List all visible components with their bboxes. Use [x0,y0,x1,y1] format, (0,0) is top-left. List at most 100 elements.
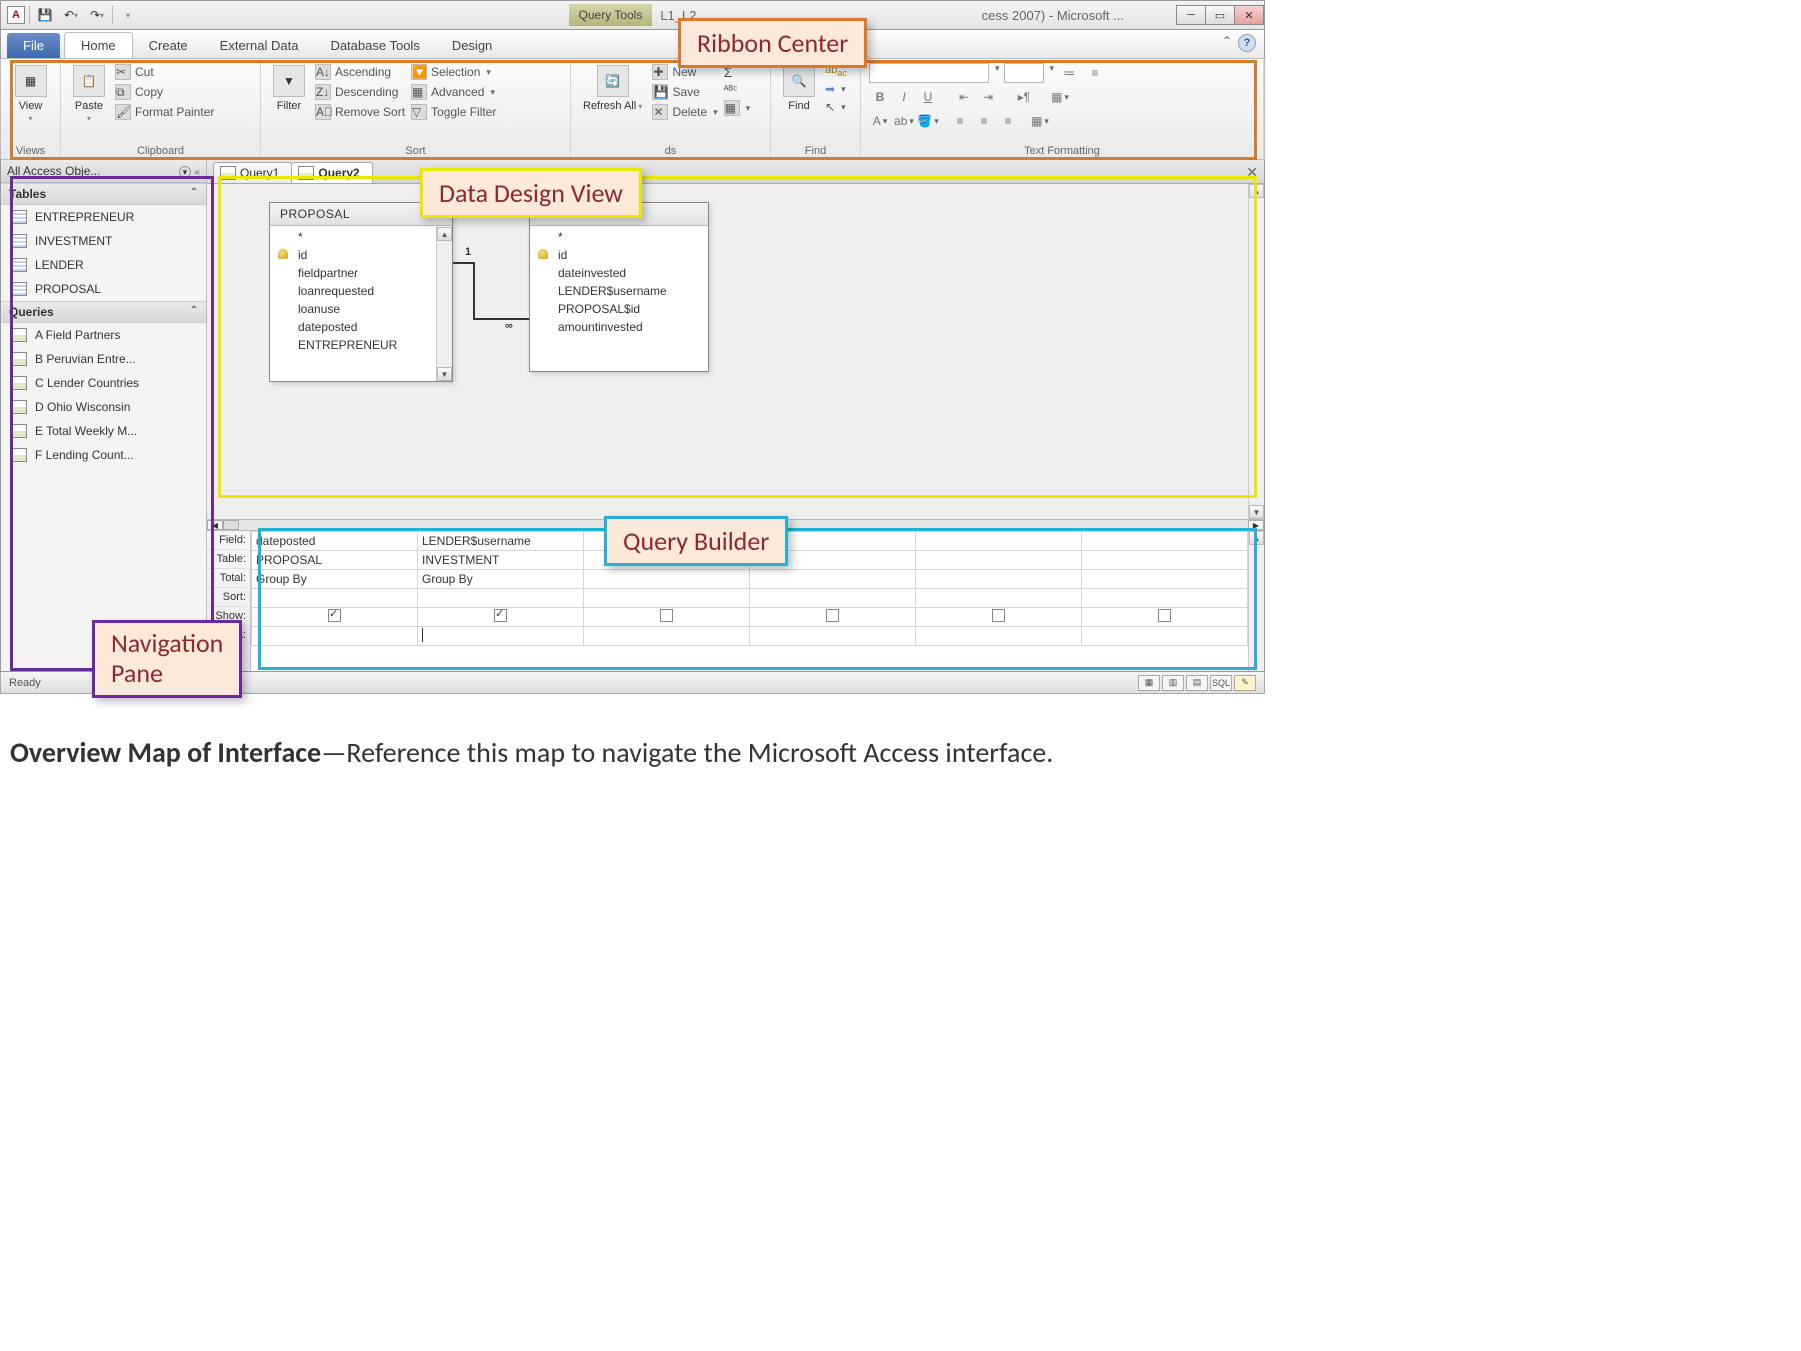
nav-table-entrepreneur[interactable]: ENTREPRENEUR [1,205,206,229]
redo-icon[interactable]: ↷▾ [86,4,108,26]
selection-icon: 🔽 [411,64,427,80]
doctab-query2[interactable]: Query2 [291,162,372,183]
nav-category-tables[interactable]: Tables⌃ [1,183,206,205]
remove-sort-button[interactable]: A⃠Remove Sort [315,103,405,121]
diagram-scroll-down-icon[interactable]: ▼ [1249,505,1264,519]
table-proposal-box[interactable]: PROPOSAL * id fieldpartner loanrequested… [269,202,453,382]
nav-query-1[interactable]: B Peruvian Entre... [1,347,206,371]
group-records-label: ds [579,143,762,159]
qat-customize-icon[interactable]: ▾ [117,4,139,26]
view-design-icon[interactable]: ✎ [1234,675,1256,691]
view-pivotchart-icon[interactable]: ▤ [1186,675,1208,691]
descending-button[interactable]: Z↓Descending [315,83,405,101]
bullets-icon[interactable]: ≔ [1058,63,1080,83]
scroll-down-icon[interactable]: ▼ [437,367,452,381]
underline-icon[interactable]: U [917,87,939,107]
view-pivot-icon[interactable]: ▥ [1162,675,1184,691]
table-investment-box[interactable]: INVESTMENT * id dateinvested LENDER$user… [529,202,709,372]
show-checkbox[interactable] [660,609,673,622]
align-right-icon[interactable]: ≡ [997,111,1019,131]
doc-title-right: cess 2007) - Microsoft ... [982,8,1124,23]
format-painter-button[interactable]: 🖌Format Painter [115,103,214,121]
find-button[interactable]: 🔍 Find [779,63,819,114]
select-button[interactable]: ↖▾ [825,99,847,115]
italic-icon[interactable]: I [893,87,915,107]
nav-query-4[interactable]: E Total Weekly M... [1,419,206,443]
scroll-up-icon[interactable]: ▲ [437,227,452,241]
grid-scroll-up-icon[interactable]: ▲ [1249,531,1264,545]
design-diagram[interactable]: PROPOSAL * id fieldpartner loanrequested… [207,184,1264,519]
tab-home[interactable]: Home [64,32,133,58]
help-icon[interactable]: ? [1238,34,1256,52]
show-checkbox[interactable] [1158,609,1171,622]
font-color-icon[interactable]: A▾ [869,111,891,131]
font-size-combo[interactable] [1004,63,1044,83]
app-logo-icon[interactable]: A [7,6,25,24]
scroll-left-icon[interactable]: ◀ [207,520,223,530]
tab-create[interactable]: Create [133,33,204,58]
bold-icon[interactable]: B [869,87,891,107]
tab-database-tools[interactable]: Database Tools [314,33,435,58]
goto-button[interactable]: ➡▾ [825,81,847,97]
scroll-right-icon[interactable]: ▶ [1248,520,1264,530]
view-sql-icon[interactable]: SQL [1210,675,1232,691]
copy-button[interactable]: ⧉Copy [115,83,214,101]
highlight-icon[interactable]: ab▾ [893,111,915,131]
spelling-button[interactable]: ᴬᴮᶜ [724,83,751,97]
nav-table-lender[interactable]: LENDER [1,253,206,277]
ltr-icon[interactable]: ▸¶ [1013,87,1035,107]
align-left-icon[interactable]: ≡ [949,111,971,131]
view-button[interactable]: ▦ View▾ [11,63,51,126]
nav-query-3[interactable]: D Ohio Wisconsin [1,395,206,419]
nav-table-investment[interactable]: INVESTMENT [1,229,206,253]
file-tab[interactable]: File [7,33,60,58]
show-checkbox[interactable] [992,609,1005,622]
toggle-filter-button[interactable]: ▽Toggle Filter [411,103,496,121]
indent-dec-icon[interactable]: ⇤ [953,87,975,107]
tab-external-data[interactable]: External Data [204,33,315,58]
font-name-combo[interactable] [869,63,989,83]
maximize-button[interactable]: ▭ [1205,5,1235,25]
nav-header[interactable]: All Access Obje... ▾ « [1,160,206,183]
filter-button[interactable]: ▼ Filter [269,63,309,114]
alt-fill-icon[interactable]: ▦▾ [1029,111,1051,131]
nav-query-5[interactable]: F Lending Count... [1,443,206,467]
nav-table-proposal[interactable]: PROPOSAL [1,277,206,301]
show-checkbox[interactable] [494,609,507,622]
find-icon: 🔍 [783,65,815,97]
query-icon [11,400,27,414]
view-datasheet-icon[interactable]: ▦ [1138,675,1160,691]
show-checkbox[interactable] [826,609,839,622]
minimize-ribbon-icon[interactable]: ⌃ [1222,34,1232,52]
nav-category-queries[interactable]: Queries⌃ [1,301,206,323]
more-button[interactable]: ▦▾ [724,99,751,117]
nav-query-2[interactable]: C Lender Countries [1,371,206,395]
remove-sort-icon: A⃠ [315,104,331,120]
gridlines-icon[interactable]: ▦▾ [1049,87,1071,107]
quick-access-toolbar: A 💾 ↶▾ ↷▾ ▾ [1,4,145,26]
tab-design[interactable]: Design [436,33,508,58]
selection-button[interactable]: 🔽Selection▾ [411,63,496,81]
refresh-all-button[interactable]: 🔄 Refresh All ▾ [579,63,646,114]
save-record-button[interactable]: 💾Save [652,83,717,101]
nav-query-0[interactable]: A Field Partners [1,323,206,347]
close-button[interactable]: ✕ [1234,5,1264,25]
delete-record-button[interactable]: ✕Delete▾ [652,103,717,121]
numbers-icon[interactable]: ≡ [1084,63,1106,83]
doc-close-icon[interactable]: ✕ [1246,164,1258,181]
indent-inc-icon[interactable]: ⇥ [977,87,999,107]
undo-icon[interactable]: ↶▾ [60,4,82,26]
table-icon [11,234,27,248]
save-icon[interactable]: 💾 [34,4,56,26]
align-center-icon[interactable]: ≡ [973,111,995,131]
advanced-button[interactable]: ▦Advanced▾ [411,83,496,101]
minimize-button[interactable]: ─ [1176,5,1206,25]
ascending-button[interactable]: A↓Ascending [315,63,405,81]
doctab-query1[interactable]: Query1 [213,162,292,183]
cut-button[interactable]: ✂Cut [115,63,214,81]
advanced-icon: ▦ [411,84,427,100]
show-checkbox[interactable] [328,609,341,622]
fill-icon[interactable]: 🪣▾ [917,111,939,131]
paste-button[interactable]: 📋 Paste▾ [69,63,109,126]
diagram-scroll-up-icon[interactable]: ▲ [1249,184,1264,198]
